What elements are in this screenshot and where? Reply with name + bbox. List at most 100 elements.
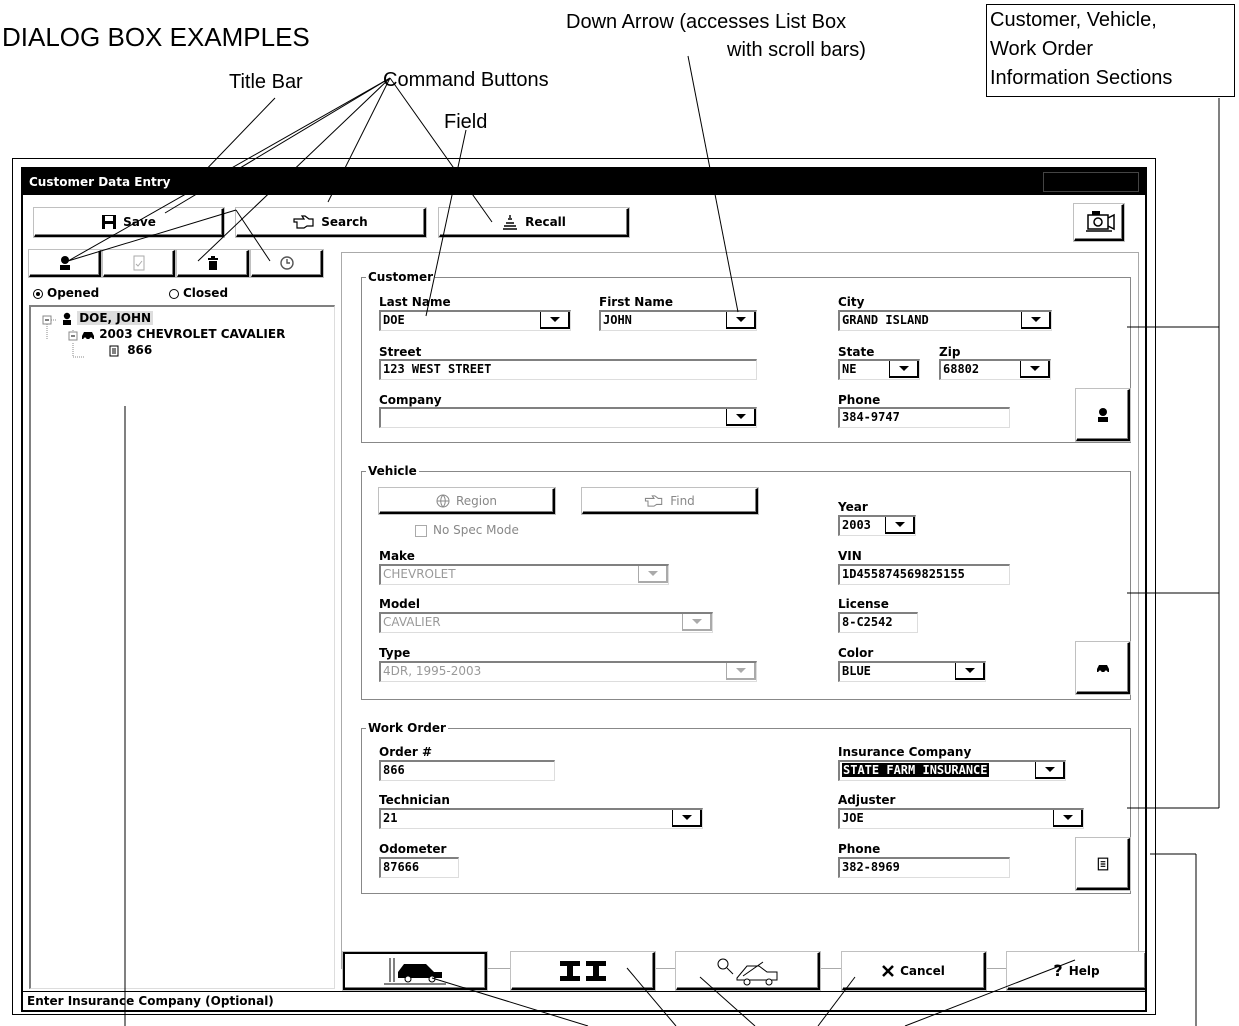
type-label: Type — [379, 646, 411, 660]
camera-button[interactable] — [1074, 204, 1124, 241]
tree-node-order[interactable]: 866 — [109, 343, 152, 357]
adjuster-phone-field[interactable]: 382-8969 — [838, 857, 1010, 878]
parts-button[interactable] — [511, 952, 655, 990]
make-label: Make — [379, 549, 415, 563]
vin-field[interactable]: 1D455874569825155 — [838, 564, 1010, 585]
model-field[interactable]: CAVALIER — [379, 612, 713, 633]
tree-customer-name: DOE, JOHN — [77, 311, 154, 325]
cancel-button[interactable]: Cancel — [842, 952, 986, 990]
no-spec-mode-checkbox[interactable]: No Spec Mode — [415, 523, 519, 537]
first-name-dropdown-arrow[interactable] — [726, 312, 756, 329]
adjuster-field[interactable]: JOE — [838, 808, 1084, 829]
person-icon — [63, 312, 71, 325]
opened-radio[interactable]: Opened — [33, 286, 99, 300]
last-name-label: Last Name — [379, 295, 451, 309]
annotation-down-arrow-line2: with scroll bars) — [727, 39, 866, 61]
adjuster-dropdown-arrow[interactable] — [1053, 810, 1083, 827]
customer-detail-button[interactable] — [1076, 389, 1130, 441]
color-dropdown-arrow[interactable] — [955, 663, 985, 680]
tree-node-customer[interactable]: DOE, JOHN — [61, 311, 154, 325]
opened-radio-label: Opened — [47, 286, 100, 300]
search-button[interactable]: Search — [236, 208, 426, 237]
company-field[interactable] — [379, 407, 757, 428]
color-label: Color — [838, 646, 874, 660]
dialog-window-outer: Customer Data Entry Save Search Recall O… — [12, 158, 1156, 1015]
annotation-field: Field — [444, 111, 488, 133]
order-number-field[interactable]: 866 — [379, 760, 555, 781]
trash-icon — [207, 256, 218, 270]
technician-dropdown-arrow[interactable] — [672, 810, 702, 827]
work-order-detail-button[interactable] — [1076, 838, 1130, 890]
customer-section-label: Customer — [366, 270, 436, 284]
insurance-value: STATE FARM INSURANCE — [842, 763, 989, 777]
record-tree[interactable]: DOE, JOHN 2003 CHEVROLET CAVALIER 866 — [29, 305, 335, 989]
street-label: Street — [379, 345, 422, 359]
customer-phone-field[interactable]: 384-9747 — [838, 407, 1010, 428]
street-field[interactable]: 123 WEST STREET — [379, 359, 757, 380]
title-bar-controls — [1043, 172, 1139, 192]
insurance-label: Insurance Company — [838, 745, 972, 759]
last-name-field[interactable]: DOE — [379, 310, 571, 331]
history-mini-button[interactable] — [251, 250, 323, 277]
order-number-value: 866 — [383, 763, 405, 777]
annotation-sections-line2: Work Order — [990, 38, 1093, 60]
zip-field[interactable]: 68802 — [939, 359, 1051, 380]
car-icon — [82, 331, 94, 340]
no-spec-checkbox-box — [415, 524, 427, 537]
status-text: Enter Insurance Company (Optional) — [27, 994, 274, 1008]
vehicle-lift-button[interactable] — [343, 952, 487, 990]
save-button[interactable]: Save — [34, 208, 224, 237]
closed-radio[interactable]: Closed — [169, 286, 228, 300]
state-field[interactable]: NE — [838, 359, 920, 380]
region-button[interactable]: Region — [379, 488, 555, 514]
pointing-hand-icon — [645, 494, 663, 507]
license-field[interactable]: 8-C2542 — [838, 612, 918, 633]
city-label: City — [838, 295, 865, 309]
odometer-field[interactable]: 87666 — [379, 857, 459, 878]
parts-icon — [559, 960, 606, 981]
estimate-button[interactable] — [676, 952, 820, 990]
vin-label: VIN — [838, 549, 862, 563]
customer-mini-button[interactable] — [29, 250, 101, 277]
customer-phone-value: 384-9747 — [842, 410, 900, 424]
help-button[interactable]: ? Help — [1007, 952, 1145, 990]
year-dropdown-arrow[interactable] — [885, 517, 915, 534]
closed-radio-label: Closed — [183, 286, 229, 300]
city-field[interactable]: GRAND ISLAND — [838, 310, 1052, 331]
verify-mini-button[interactable] — [103, 250, 175, 277]
odometer-label: Odometer — [379, 842, 447, 856]
adjuster-phone-value: 382-8969 — [842, 860, 900, 874]
color-value: BLUE — [842, 664, 871, 678]
company-dropdown-arrow[interactable] — [726, 409, 756, 426]
tree-node-vehicle[interactable]: 2003 CHEVROLET CAVALIER — [81, 327, 285, 341]
question-mark-icon: ? — [1053, 961, 1063, 980]
vehicle-detail-button[interactable] — [1076, 642, 1130, 694]
make-dropdown-arrow[interactable] — [638, 566, 668, 583]
year-field[interactable]: 2003 — [838, 515, 916, 536]
opened-closed-bar: Opened Closed — [29, 283, 325, 305]
annotation-sections-line1: Customer, Vehicle, — [990, 9, 1157, 31]
color-field[interactable]: BLUE — [838, 661, 986, 682]
find-button[interactable]: Find — [582, 488, 758, 514]
model-label: Model — [379, 597, 421, 611]
city-dropdown-arrow[interactable] — [1021, 312, 1051, 329]
recall-button[interactable]: Recall — [439, 208, 629, 237]
opened-radio-dot — [33, 288, 43, 299]
dialog-window: Customer Data Entry Save Search Recall O… — [21, 167, 1147, 1012]
state-dropdown-arrow[interactable] — [889, 361, 919, 378]
license-value: 8-C2542 — [842, 615, 893, 629]
zip-dropdown-arrow[interactable] — [1020, 361, 1050, 378]
model-dropdown-arrow[interactable] — [682, 614, 712, 631]
first-name-field[interactable]: JOHN — [599, 310, 757, 331]
cancel-label: Cancel — [900, 963, 945, 978]
title-bar[interactable]: Customer Data Entry — [23, 169, 1145, 195]
insurance-field[interactable]: STATE FARM INSURANCE — [838, 760, 1066, 781]
technician-field[interactable]: 21 — [379, 808, 703, 829]
delete-mini-button[interactable] — [177, 250, 249, 277]
last-name-dropdown-arrow[interactable] — [540, 312, 570, 329]
make-field[interactable]: CHEVROLET — [379, 564, 669, 585]
type-dropdown-arrow[interactable] — [726, 663, 756, 680]
year-label: Year — [838, 500, 868, 514]
type-field[interactable]: 4DR, 1995-2003 — [379, 661, 757, 682]
insurance-dropdown-arrow[interactable] — [1035, 762, 1065, 779]
